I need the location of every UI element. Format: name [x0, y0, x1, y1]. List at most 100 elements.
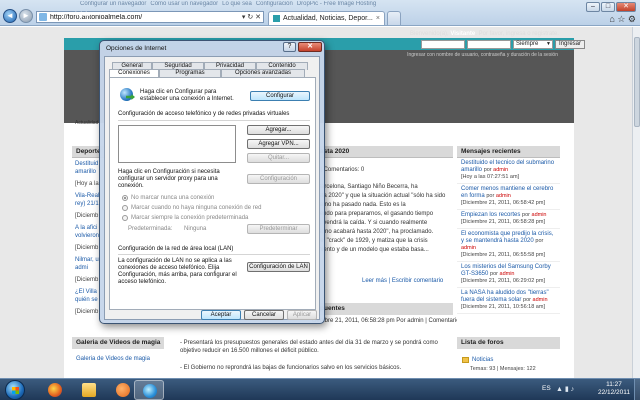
post-author[interactable]: admin [493, 167, 508, 173]
post-title-text[interactable]: Empiezan los recortes [461, 212, 520, 218]
post-title[interactable]: Destituido el tecnico del submarino amar… [461, 160, 556, 174]
browser-window: Configurar un navegador Cómo usar un nav… [0, 0, 640, 378]
back-button[interactable]: ◄ [3, 9, 17, 23]
agregar-button[interactable]: Agregar... [247, 125, 310, 135]
clock-date: 22/12/2011 [597, 389, 631, 396]
article-line: oviendo para prepararnos, el gasando tie… [312, 211, 434, 217]
radio-dot [122, 195, 128, 201]
minimize-button[interactable]: – [586, 2, 600, 12]
forum-stats: Temas: 93 | Mensajes: 122 [470, 366, 536, 372]
item-title[interactable]: volvieron [75, 233, 99, 239]
window-controls: – □ ✕ [586, 2, 636, 12]
taskbar-explorer[interactable] [74, 380, 104, 400]
forward-button[interactable]: ► [19, 9, 33, 23]
item-title[interactable]: amarillo [75, 169, 96, 175]
divider [118, 120, 310, 121]
media-player-icon [116, 383, 130, 397]
login-button[interactable]: Ingresar [555, 40, 586, 49]
help-button[interactable]: ? [283, 42, 296, 52]
aceptar-button[interactable]: Aceptar [201, 310, 241, 320]
item-title[interactable]: admi [75, 265, 88, 271]
item-title[interactable]: ¿El Villa [75, 289, 97, 295]
tab-close-icon[interactable]: × [376, 15, 380, 22]
maximize-button[interactable]: □ [601, 2, 615, 12]
read-more-link[interactable]: Leer más | Escribir comentario [362, 278, 443, 284]
post-date: [Diciembre 21, 2011, 06:55:58 pm] [461, 252, 545, 258]
welcome-suffix: . Por favor, ingresa o registrate. [475, 31, 559, 37]
article-body: n Barcelona, Santiago Niño Becerra, ha h… [312, 183, 453, 255]
item-title[interactable]: quién se [75, 297, 98, 303]
configurar-button[interactable]: Configurar [250, 91, 310, 101]
post-by: por [522, 212, 532, 218]
taskbar-internet-explorer[interactable] [134, 380, 164, 400]
quitar-button[interactable]: Quitar... [247, 153, 310, 163]
radio-label: Marcar cuando no haya ninguna conexión d… [131, 205, 262, 211]
configuracion-button[interactable]: Configuración [247, 174, 310, 184]
cancelar-button[interactable]: Cancelar [244, 310, 284, 320]
tab-opciones-avanzadas[interactable]: Opciones avanzadas [221, 69, 305, 77]
language-indicator[interactable]: ES [542, 385, 551, 392]
forum-list-item[interactable]: Noticias [462, 357, 493, 363]
agregar-vpn-button[interactable]: Agregar VPN... [247, 139, 310, 149]
username-input[interactable] [421, 40, 465, 49]
forum-name[interactable]: Noticias [472, 357, 493, 363]
radio-marcar-sin-red[interactable]: Marcar cuando no haya ninguna conexión d… [122, 205, 261, 211]
taskbar-firefox[interactable] [40, 380, 70, 400]
post-author[interactable]: admin [533, 297, 548, 303]
aplicar-button[interactable]: Aplicar [287, 310, 317, 320]
welcome-text: Bienvenido(a), Visitante. Por favor, ing… [410, 31, 559, 37]
post-title[interactable]: El economista que predijo la crisis, y s… [461, 231, 556, 252]
post-author[interactable]: admin [500, 271, 515, 277]
menu-inicio[interactable]: Inicio [75, 12, 91, 18]
browser-tools[interactable]: ⌂ ☆ ⚙ [609, 14, 636, 25]
page-favicon-icon [39, 13, 47, 21]
address-bar[interactable]: http://foro.antonioalmela.com/ ▾ ↻ ✕ [36, 11, 264, 23]
item-title[interactable]: Nilmar, u [75, 257, 99, 263]
show-desktop-button[interactable] [634, 379, 640, 400]
clock[interactable]: 11:27 22/12/2011 [596, 381, 632, 397]
address-tools[interactable]: ▾ ↻ ✕ [242, 13, 263, 21]
tab-actualidad[interactable]: Actualidad, Noticias, Depor... × [268, 11, 385, 25]
forum-list-heading: Lista de foros [457, 337, 560, 349]
breadcrumb[interactable]: Actualidad [75, 120, 98, 126]
post-title[interactable]: Los misterios del Samsung Corby GT-S3650… [461, 264, 556, 278]
internet-explorer-icon [143, 384, 157, 398]
article-line: nos, no acabará hasta 2020", ha proclama… [312, 229, 434, 235]
item-title[interactable]: A la afici [75, 225, 97, 231]
tab-programas[interactable]: Programas [159, 69, 221, 77]
post-author[interactable]: admin [532, 212, 547, 218]
lan-settings-button[interactable]: Configuración de LAN [247, 262, 310, 272]
close-window-button[interactable]: ✕ [616, 2, 636, 12]
password-input[interactable] [467, 40, 511, 49]
dialog-close-button[interactable]: ✕ [298, 42, 322, 52]
new-tab-button[interactable] [386, 11, 401, 25]
item-title[interactable]: Vila-Real [75, 193, 99, 199]
divider [118, 254, 310, 255]
start-button[interactable] [5, 380, 25, 400]
background-window-titles: Configurar un navegador Cómo usar un nav… [0, 1, 560, 7]
video-gallery-link[interactable]: Galeria de Videos de magia [76, 356, 150, 362]
item-title[interactable]: rey) 21/1 [75, 201, 99, 207]
connections-listbox[interactable] [118, 125, 236, 163]
lan-section-label: Configuración de la red de área local (L… [118, 246, 234, 252]
page-scrollbar[interactable] [632, 27, 640, 378]
session-length-select[interactable]: Siempre [513, 40, 553, 49]
radio-no-marcar[interactable]: No marcar nunca una conexión [122, 195, 214, 201]
post-by: por [523, 297, 533, 303]
list-item: Los misterios del Samsung Corby GT-S3650… [457, 262, 560, 288]
post-title[interactable]: La NASA ha aludido dos "tierras" fuera d… [461, 290, 556, 304]
vpn-section-label: Configuración de acceso telefónico y de … [118, 111, 290, 117]
dialog-body: General Seguridad Privacidad Contenido C… [104, 56, 320, 320]
post-author[interactable]: admin [496, 193, 511, 199]
system-tray-icons[interactable]: ▲ ▮ ♪ [556, 385, 574, 393]
article2-heading: puentes [312, 303, 453, 315]
radio-marcar-siempre[interactable]: Marcar siempre la conexión predeterminad… [122, 215, 248, 221]
scroll-thumb[interactable] [634, 37, 640, 127]
tab-title: Actualidad, Noticias, Depor... [283, 15, 373, 22]
item-title[interactable]: Destituid [75, 161, 98, 167]
post-title[interactable]: Empiezan los recortes por admin [461, 212, 556, 219]
browser-chrome: Configurar un navegador Cómo usar un nav… [0, 0, 640, 26]
post-author[interactable]: admin [461, 245, 476, 251]
post-title[interactable]: Comer menos mantiene el cerebro en forma… [461, 186, 556, 200]
predeterminar-button[interactable]: Predeterminar [247, 224, 310, 234]
